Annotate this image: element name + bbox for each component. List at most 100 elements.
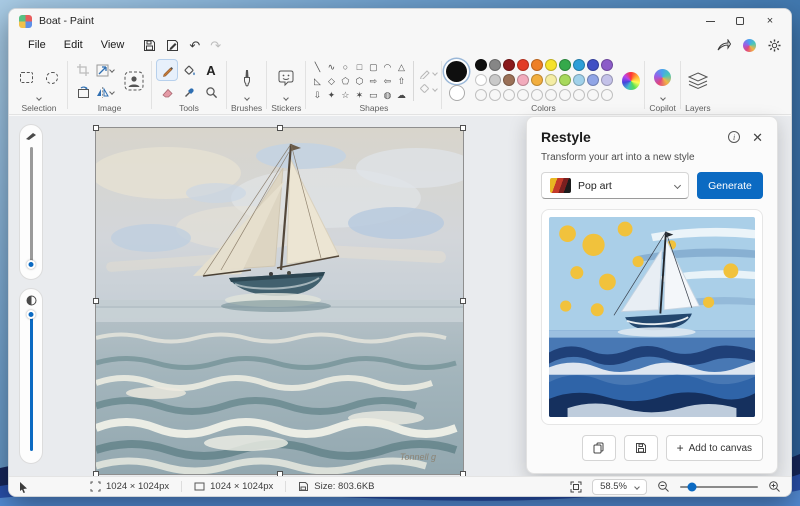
secondary-color-well[interactable] <box>448 85 465 101</box>
opacity-slider[interactable] <box>19 288 43 464</box>
selection-handle[interactable] <box>460 298 466 304</box>
color-swatch[interactable] <box>587 59 600 71</box>
undo-icon[interactable]: ↶ <box>189 39 200 52</box>
opacity-slider-thumb[interactable] <box>26 310 36 319</box>
color-swatch[interactable] <box>573 74 586 86</box>
color-swatch[interactable] <box>559 74 572 86</box>
color-swatch[interactable] <box>503 59 516 71</box>
color-swatch-empty[interactable] <box>601 89 614 101</box>
zoom-out-icon[interactable] <box>657 480 670 493</box>
shape-icon[interactable]: △ <box>394 60 408 74</box>
pencil-tool-icon[interactable] <box>156 59 178 81</box>
color-swatch[interactable] <box>475 59 488 71</box>
color-swatch[interactable] <box>503 74 516 86</box>
selection-handle[interactable] <box>93 298 99 304</box>
save-icon[interactable] <box>143 39 156 52</box>
shape-icon[interactable]: □ <box>352 60 366 74</box>
rotate-icon[interactable] <box>72 81 94 103</box>
selection-handle[interactable] <box>93 125 99 131</box>
copilot-badge-icon[interactable] <box>743 38 756 52</box>
selection-handle[interactable] <box>276 125 283 131</box>
shape-icon[interactable]: ∿ <box>324 60 338 74</box>
shape-icon[interactable]: ☁ <box>394 88 408 102</box>
color-swatch-empty[interactable] <box>559 89 572 101</box>
color-swatch[interactable] <box>587 74 600 86</box>
color-swatch-empty[interactable] <box>587 89 600 101</box>
edit-colors-icon[interactable] <box>622 72 641 90</box>
shape-icon[interactable]: ⇩ <box>310 88 324 102</box>
shape-icon[interactable]: ◺ <box>310 74 324 88</box>
restyle-close-icon[interactable]: ✕ <box>752 131 763 144</box>
shape-icon[interactable]: ⬠ <box>338 74 352 88</box>
shape-icon[interactable]: ✶ <box>352 88 366 102</box>
selection-handle[interactable] <box>460 125 466 131</box>
shape-icon[interactable]: ○ <box>338 60 352 74</box>
minimize-button[interactable] <box>695 11 725 31</box>
stickers-dropdown-chevron-icon[interactable] <box>283 95 290 101</box>
color-swatch-empty[interactable] <box>545 89 558 101</box>
fit-to-screen-icon[interactable] <box>570 481 582 493</box>
size-slider[interactable] <box>19 124 43 280</box>
stickers-icon[interactable] <box>273 65 299 91</box>
size-slider-thumb[interactable] <box>26 260 36 269</box>
color-swatch-empty[interactable] <box>475 89 488 101</box>
close-button[interactable]: × <box>755 11 785 31</box>
color-swatch[interactable] <box>489 74 502 86</box>
primary-color-well[interactable] <box>446 61 468 82</box>
color-swatch[interactable] <box>489 59 502 71</box>
selection-dropdown-chevron-icon[interactable] <box>36 95 42 101</box>
color-swatch[interactable] <box>559 59 572 71</box>
shape-icon[interactable]: ◇ <box>324 74 338 88</box>
menu-item[interactable]: Edit <box>55 36 92 54</box>
fill-tool-icon[interactable] <box>178 59 200 81</box>
remove-background-icon[interactable] <box>121 68 147 94</box>
color-swatch-empty[interactable] <box>489 89 502 101</box>
brushes-icon[interactable] <box>234 65 260 91</box>
eraser-tool-icon[interactable] <box>156 81 178 103</box>
shape-icon[interactable]: ✦ <box>324 88 338 102</box>
copy-result-button[interactable] <box>581 435 616 462</box>
color-swatch[interactable] <box>601 59 614 71</box>
save-as-icon[interactable] <box>166 39 179 52</box>
canvas[interactable]: Tonnell g <box>93 125 466 477</box>
shape-icon[interactable]: ⇧ <box>394 74 408 88</box>
shape-icon[interactable]: ⇦ <box>380 74 394 88</box>
color-swatch[interactable] <box>601 74 614 86</box>
shape-icon[interactable]: ☆ <box>338 88 352 102</box>
color-swatch-empty[interactable] <box>503 89 516 101</box>
style-dropdown[interactable]: Pop art <box>541 172 689 199</box>
color-swatch-empty[interactable] <box>573 89 586 101</box>
color-swatch-empty[interactable] <box>517 89 530 101</box>
text-tool-icon[interactable]: A <box>200 59 222 81</box>
menu-item[interactable]: File <box>19 36 55 54</box>
color-swatch[interactable] <box>517 59 530 71</box>
save-result-button[interactable] <box>623 435 658 462</box>
color-swatch[interactable] <box>573 59 586 71</box>
color-swatch[interactable] <box>545 59 558 71</box>
rectangle-select-icon[interactable] <box>15 67 37 89</box>
shape-icon[interactable]: ⇨ <box>366 74 380 88</box>
color-swatch[interactable] <box>531 59 544 71</box>
color-swatch[interactable] <box>475 74 488 86</box>
zoom-level-dropdown[interactable]: 58.5% <box>592 478 647 495</box>
shape-icon[interactable]: ⬡ <box>352 74 366 88</box>
magnifier-tool-icon[interactable] <box>200 81 222 103</box>
shape-icon[interactable]: ▢ <box>366 60 380 74</box>
shape-icon[interactable]: ◍ <box>380 88 394 102</box>
eyedropper-tool-icon[interactable] <box>178 81 200 103</box>
color-swatch[interactable] <box>531 74 544 86</box>
zoom-in-icon[interactable] <box>768 480 781 493</box>
shape-icon[interactable]: ◠ <box>380 60 394 74</box>
color-swatch[interactable] <box>517 74 530 86</box>
resize-icon[interactable] <box>94 59 116 81</box>
shape-icon[interactable]: ╲ <box>310 60 324 74</box>
shape-icon[interactable]: ▭ <box>366 88 380 102</box>
info-icon[interactable]: i <box>728 131 741 143</box>
layers-icon[interactable] <box>685 68 711 94</box>
generate-button[interactable]: Generate <box>697 172 763 199</box>
add-to-canvas-button[interactable]: + Add to canvas <box>665 435 763 462</box>
copilot-dropdown-chevron-icon[interactable] <box>659 95 666 101</box>
settings-gear-icon[interactable] <box>768 39 781 52</box>
freeform-select-icon[interactable] <box>41 67 63 89</box>
brushes-dropdown-chevron-icon[interactable] <box>243 95 250 101</box>
